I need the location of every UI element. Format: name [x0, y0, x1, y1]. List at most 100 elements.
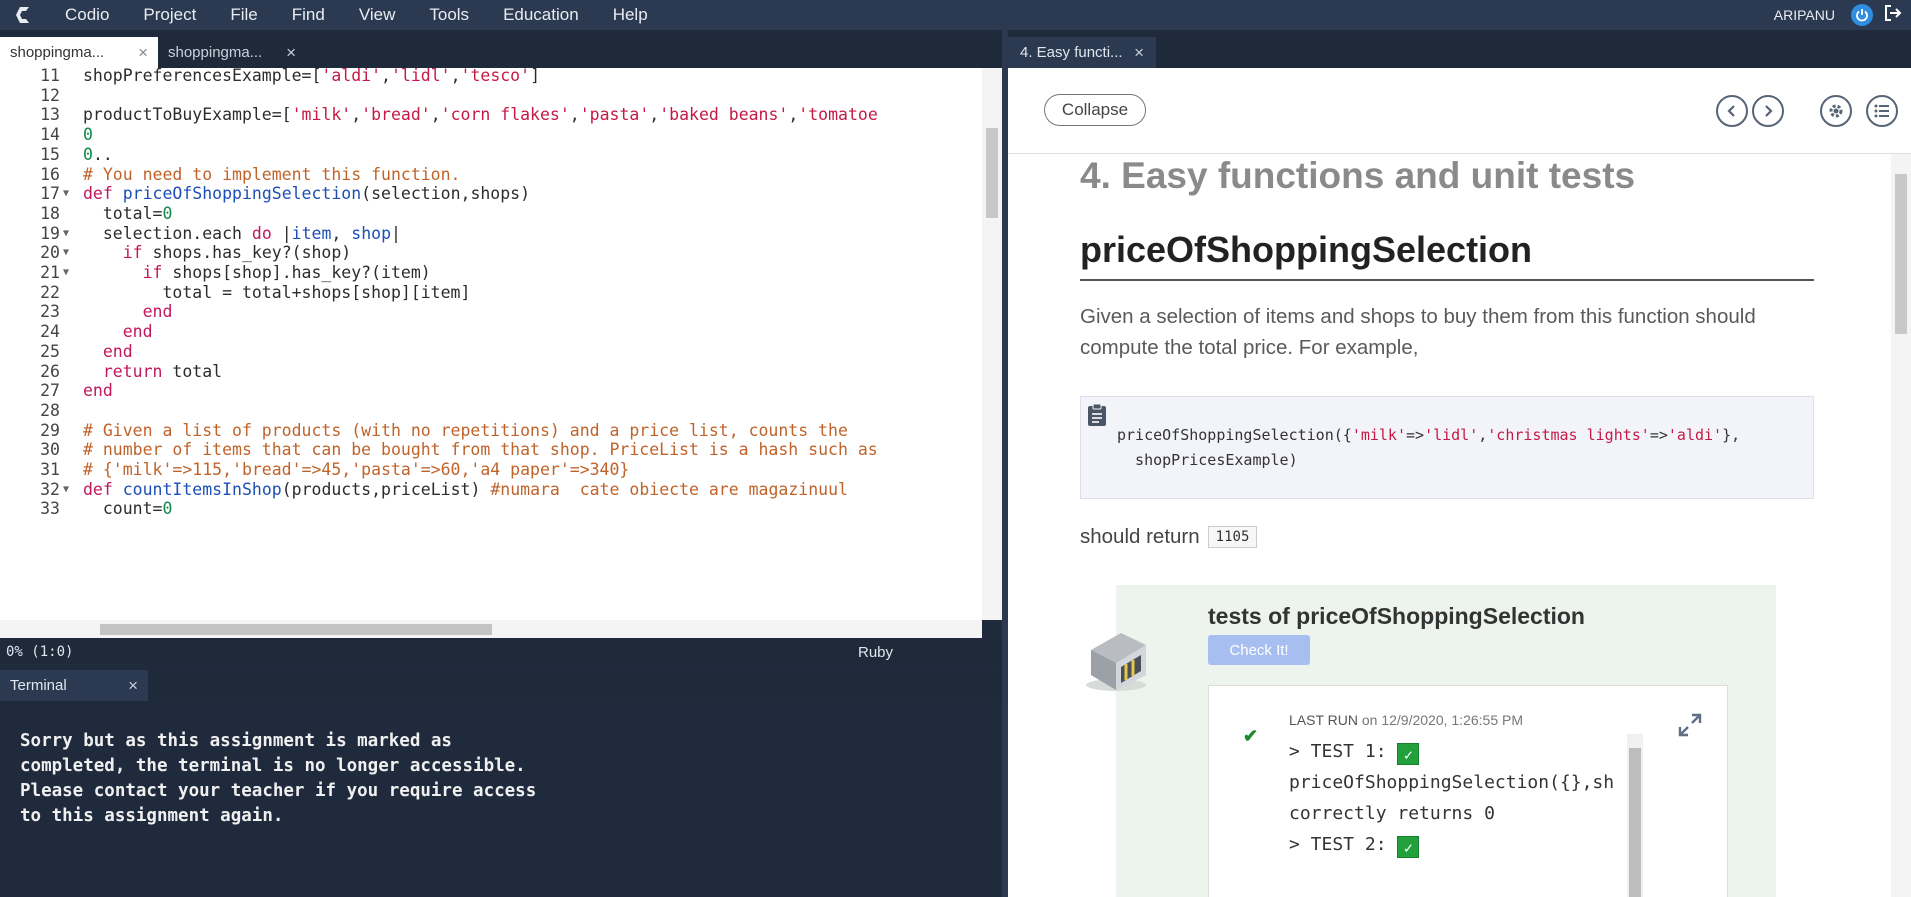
power-icon[interactable]: [1851, 4, 1873, 26]
code-text: count=0: [83, 499, 173, 519]
menu-education[interactable]: Education: [486, 5, 596, 25]
line-number: 26: [40, 361, 60, 381]
list-icon[interactable]: [1866, 95, 1898, 127]
code-text: 0: [83, 125, 93, 145]
result-line: > TEST 1: ✓: [1289, 736, 1614, 767]
previous-icon[interactable]: [1716, 95, 1748, 127]
menu-codio[interactable]: Codio: [48, 5, 126, 25]
line-number: 30: [40, 440, 60, 460]
test-station-icon: [1076, 615, 1156, 700]
editor-tab-label: shoppingma...: [168, 44, 263, 61]
close-icon[interactable]: ×: [1134, 43, 1144, 63]
code-example-line: priceOfShoppingSelection({'milk'=>'lidl'…: [1117, 426, 1741, 444]
code-text: return total: [102, 361, 223, 381]
code-text: def countItemsInShop(products,priceList)…: [83, 479, 848, 499]
test-widget: tests of priceOfShoppingSelection Check …: [1086, 585, 1776, 897]
line-number: 12: [40, 85, 60, 105]
tab-guide[interactable]: 4. Easy functi... ×: [1008, 37, 1156, 68]
code-text: end: [142, 302, 173, 322]
line-number: 20: [40, 243, 60, 263]
clipboard-icon[interactable]: [1086, 403, 1108, 432]
guide-scrollbar[interactable]: [1891, 154, 1911, 897]
line-number: 16: [40, 164, 60, 184]
description-text: Given a selection of items and shops to …: [1080, 305, 1756, 359]
code-example-text: priceOfShoppingSelection({'milk'=>'lidl'…: [1117, 423, 1740, 473]
close-icon[interactable]: ×: [286, 43, 296, 63]
code-text: def priceOfShoppingSelection(selection,s…: [83, 184, 531, 204]
menu-tools[interactable]: Tools: [412, 5, 486, 25]
line-number: 27: [40, 381, 60, 401]
logout-icon[interactable]: [1883, 3, 1903, 28]
expand-icon[interactable]: [1677, 712, 1703, 743]
code-editor[interactable]: 11 shopPreferencesExample=['aldi','lidl',…: [0, 68, 1002, 620]
checkbox-checked-icon: ✓: [1397, 836, 1420, 858]
scrollbar-thumb[interactable]: [100, 624, 492, 635]
terminal-tab-bar: Terminal ×: [0, 670, 1002, 701]
guide-toolbar: Collapse: [1008, 68, 1911, 154]
result-line-text: > TEST 2:: [1289, 834, 1398, 855]
code-text: # {'milk'=>115,'bread'=>45,'pasta'=>60,'…: [83, 460, 630, 479]
code-text: # You need to implement this function.: [83, 164, 461, 184]
code-text: # number of items that can be bought fro…: [83, 440, 878, 460]
terminal-line: Sorry but as this assignment is marked a…: [20, 731, 452, 751]
code-example-line: shopPricesExample): [1117, 451, 1298, 469]
gear-icon[interactable]: [1820, 95, 1852, 127]
terminal-line: completed, the terminal is no longer acc…: [20, 756, 526, 776]
codio-logo-icon[interactable]: [0, 0, 48, 30]
editor-status-bar: 0% (1:0) Ruby: [0, 640, 1002, 664]
collapse-button[interactable]: Collapse: [1044, 94, 1146, 126]
guide-tab-bar: 4. Easy functi... ×: [1008, 37, 1911, 68]
editor-vertical-scrollbar[interactable]: [982, 68, 1002, 620]
username[interactable]: ARIPANU: [1774, 7, 1835, 23]
fold-arrow-icon[interactable]: ▼: [63, 480, 69, 500]
test-result-panel: ✔ LAST RUN on 12/9/2020, 1:26:55 PM > TE…: [1208, 685, 1728, 897]
fold-arrow-icon[interactable]: ▼: [63, 184, 69, 204]
menu-project[interactable]: Project: [126, 5, 213, 25]
menu-file[interactable]: File: [213, 5, 274, 25]
terminal-line: Please contact your teacher if you requi…: [20, 781, 537, 801]
editor-tab[interactable]: shoppingma... ×: [158, 37, 306, 68]
code-text: end: [83, 381, 113, 401]
line-number: 15: [40, 144, 60, 164]
check-it-button[interactable]: Check It!: [1208, 635, 1310, 665]
scrollbar-thumb[interactable]: [1629, 748, 1641, 897]
menu-find[interactable]: Find: [275, 5, 342, 25]
scrollbar-thumb[interactable]: [1895, 174, 1907, 334]
editor-tab[interactable]: shoppingma... ×: [0, 37, 158, 68]
code-text: productToBuyExample=['milk','bread','cor…: [83, 105, 878, 125]
tab-terminal[interactable]: Terminal ×: [0, 670, 148, 701]
last-run-label: LAST RUN: [1289, 712, 1358, 728]
last-run-info: LAST RUN on 12/9/2020, 1:26:55 PM: [1289, 712, 1523, 728]
line-number: 19: [40, 223, 60, 243]
line-number: 28: [40, 400, 60, 420]
fold-arrow-icon[interactable]: ▼: [63, 243, 69, 263]
guide-tab-label: 4. Easy functi...: [1020, 44, 1123, 61]
line-number: 25: [40, 341, 60, 361]
code-text: if shops.has_key?(shop): [122, 243, 352, 263]
close-icon[interactable]: ×: [128, 676, 138, 696]
fold-arrow-icon[interactable]: ▼: [63, 263, 69, 283]
code-text: 0..: [83, 144, 113, 164]
line-number: 29: [40, 420, 60, 440]
code-text: shopPreferencesExample=['aldi','lidl','t…: [83, 68, 540, 85]
line-number: 22: [40, 282, 60, 302]
code-text: total=0: [83, 203, 173, 223]
editor-horizontal-scrollbar[interactable]: [0, 620, 982, 638]
menu-view[interactable]: View: [342, 5, 413, 25]
language-mode[interactable]: Ruby: [858, 644, 893, 661]
menu-bar: Codio Project File Find View Tools Educa…: [0, 0, 1911, 30]
fold-arrow-icon[interactable]: ▼: [63, 224, 69, 244]
test-result-text: > TEST 1: ✓ priceOfShoppingSelection({},s…: [1289, 736, 1614, 860]
result-scrollbar[interactable]: [1627, 734, 1643, 897]
close-icon[interactable]: ×: [138, 43, 148, 63]
line-number: 18: [40, 203, 60, 223]
checkbox-checked-icon: ✓: [1397, 743, 1420, 765]
code-example-block: priceOfShoppingSelection({'milk'=>'lidl'…: [1080, 396, 1814, 499]
next-icon[interactable]: [1752, 95, 1784, 127]
line-number: 21: [40, 263, 60, 282]
line-number: 17: [40, 184, 60, 204]
menu-help[interactable]: Help: [596, 5, 665, 25]
terminal-output[interactable]: Sorry but as this assignment is marked a…: [0, 701, 1002, 897]
last-run-time: on 12/9/2020, 1:26:55 PM: [1361, 712, 1523, 728]
scrollbar-thumb[interactable]: [986, 128, 998, 218]
